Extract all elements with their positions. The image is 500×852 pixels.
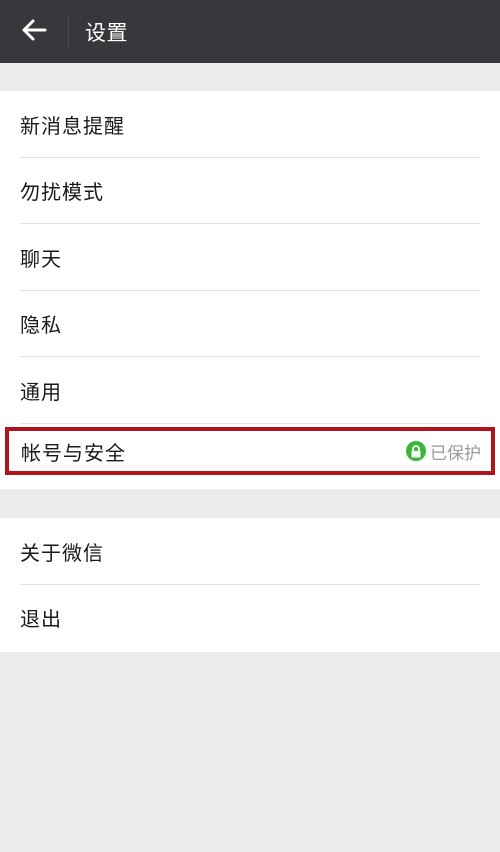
topbar-divider <box>68 14 69 49</box>
settings-item-new-message-alerts[interactable]: 新消息提醒 <box>0 91 500 158</box>
settings-item-do-not-disturb[interactable]: 勿扰模式 <box>0 158 500 225</box>
protection-status-text: 已保护 <box>430 443 481 464</box>
settings-item-privacy[interactable]: 隐私 <box>0 291 500 358</box>
settings-item-label: 勿扰模式 <box>20 180 104 205</box>
settings-item-label: 帐号与安全 <box>21 440 126 465</box>
back-button[interactable] <box>0 0 68 63</box>
settings-group-secondary: 关于微信 退出 <box>0 518 500 652</box>
settings-item-label: 关于微信 <box>20 540 104 565</box>
settings-item-general[interactable]: 通用 <box>0 357 500 424</box>
protection-status: 已保护 <box>406 439 481 464</box>
settings-item-account-security[interactable]: 帐号与安全 已保护 <box>5 427 495 475</box>
settings-item-about-wechat[interactable]: 关于微信 <box>0 518 500 585</box>
top-bar: 设置 <box>0 0 500 63</box>
settings-item-label: 新消息提醒 <box>20 113 125 138</box>
settings-group-main: 新消息提醒 勿扰模式 聊天 隐私 通用 帐号与安全 已保护 <box>0 91 500 489</box>
page-title: 设置 <box>85 20 128 45</box>
settings-item-label: 聊天 <box>20 246 62 271</box>
settings-item-label: 通用 <box>20 379 62 404</box>
settings-item-label: 隐私 <box>20 313 62 338</box>
lock-icon <box>406 441 426 461</box>
settings-item-label: 退出 <box>20 607 62 632</box>
settings-item-logout[interactable]: 退出 <box>0 585 500 652</box>
settings-item-chat[interactable]: 聊天 <box>0 224 500 291</box>
back-arrow-icon <box>21 17 47 47</box>
